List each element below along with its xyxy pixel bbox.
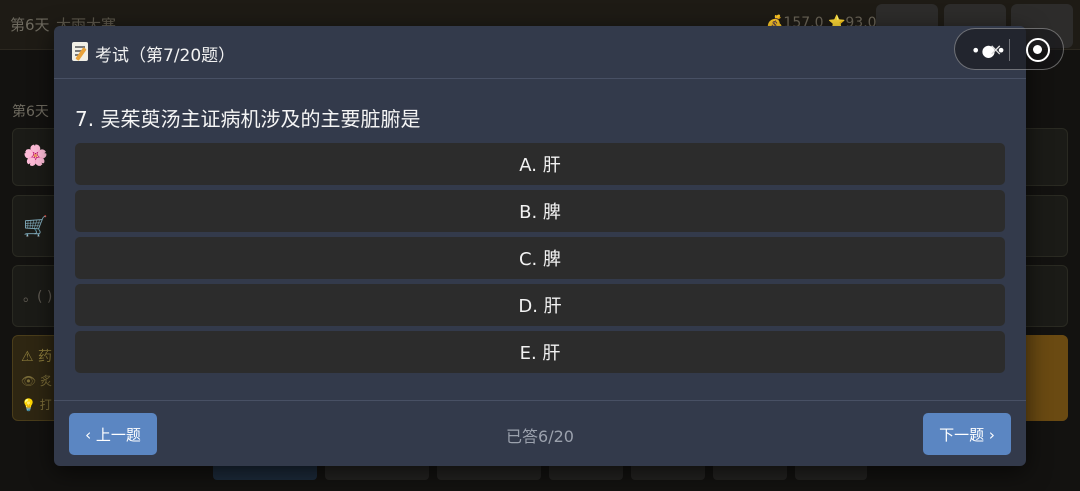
modal-header: 考试（第7/20题） xyxy=(54,26,1026,79)
cherry-blossom-icon: 🌸 xyxy=(23,143,48,167)
close-icon[interactable]: × xyxy=(989,40,1002,59)
question-text: 7. 吴茱萸汤主证病机涉及的主要脏腑是 xyxy=(75,107,421,131)
section-label: 第6天 xyxy=(12,104,49,120)
warning-line: ⚠ 药 xyxy=(21,349,53,365)
option-e[interactable]: E. 肝 xyxy=(75,331,1005,373)
modal-footer: ‹ 上一题 已答6/20 下一题 › xyxy=(54,400,1026,466)
option-c[interactable]: C. 脾 xyxy=(75,237,1005,279)
option-a[interactable]: A. 肝 xyxy=(75,143,1005,185)
capsule-divider xyxy=(1009,39,1010,61)
options-list: A. 肝 B. 脾 C. 脾 D. 肝 E. 肝 xyxy=(75,143,1005,378)
warning-line: 👁 炙 xyxy=(21,374,53,388)
home-target-icon[interactable] xyxy=(1026,38,1050,62)
miniprogram-capsule: •●• × xyxy=(954,28,1064,70)
option-b[interactable]: B. 脾 xyxy=(75,190,1005,232)
option-d[interactable]: D. 肝 xyxy=(75,284,1005,326)
warning-action[interactable] xyxy=(1026,335,1068,421)
day-label: 第6天 xyxy=(10,16,50,34)
memo-icon xyxy=(72,42,88,61)
answered-progress: 已答6/20 xyxy=(506,427,574,446)
warning-line: 💡 打 xyxy=(21,398,52,412)
cart-icon: 🛒 xyxy=(23,214,48,238)
next-question-button[interactable]: 下一题 › xyxy=(923,413,1011,455)
modal-title: 考试（第7/20题） xyxy=(95,46,236,66)
exam-modal: 考试（第7/20题） 7. 吴茱萸汤主证病机涉及的主要脏腑是 A. 肝 B. 脾… xyxy=(54,26,1026,466)
emoticon-icon: 。( ) xyxy=(23,289,53,305)
